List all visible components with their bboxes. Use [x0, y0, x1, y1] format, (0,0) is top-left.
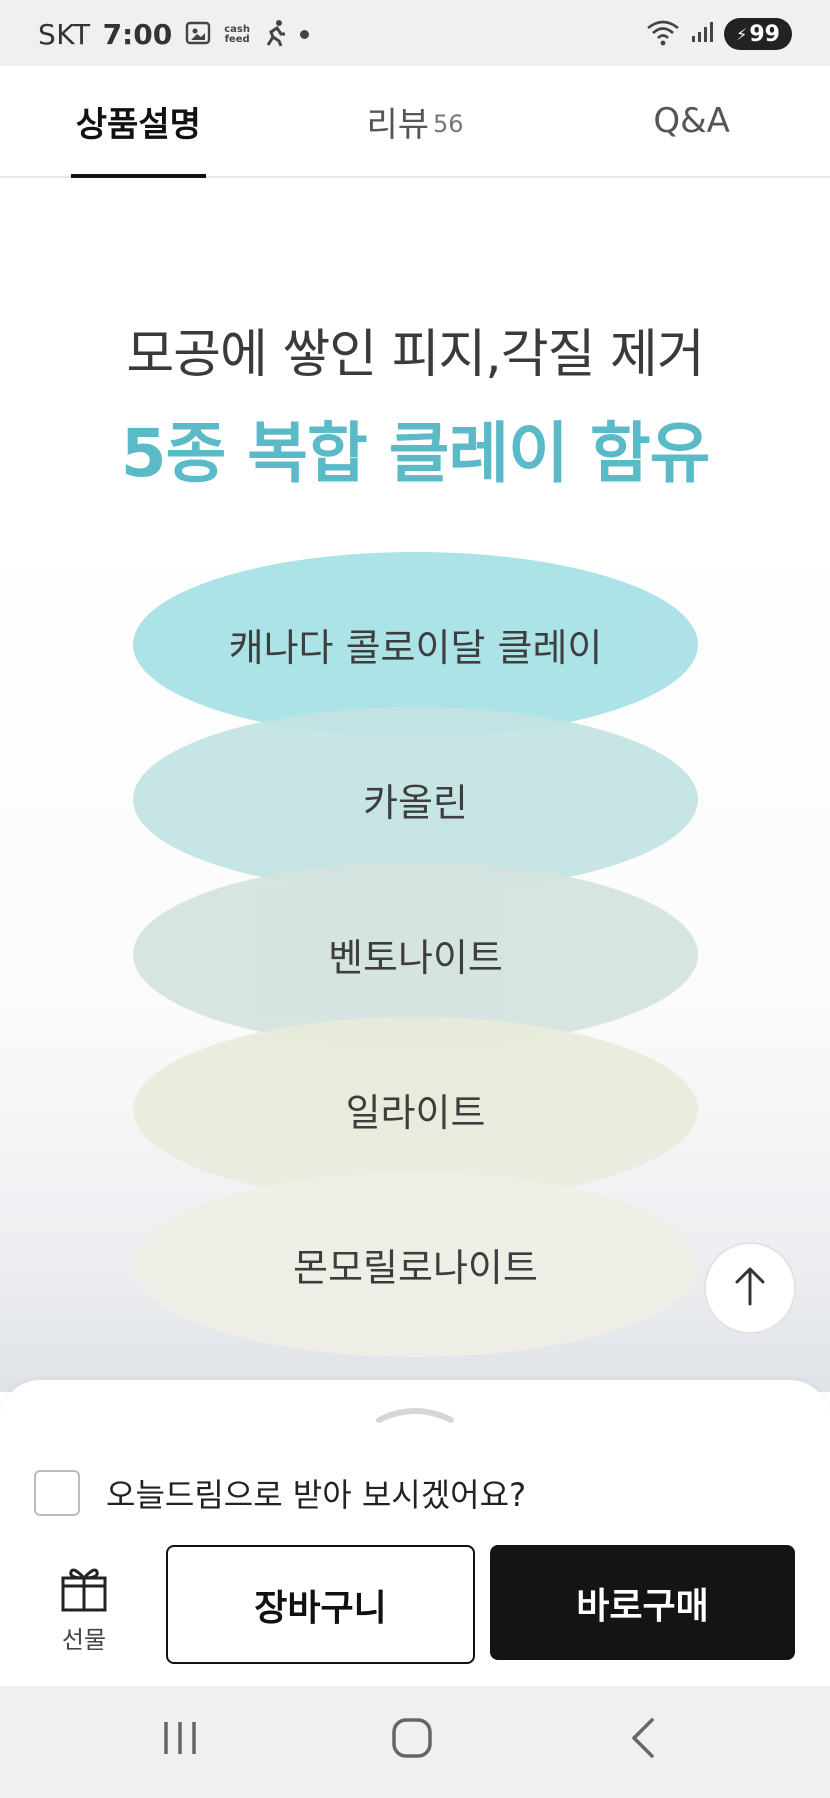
gift-button[interactable]: 선물 — [56, 1564, 112, 1655]
cash-feed-icon: cash feed — [224, 24, 250, 45]
gift-label: 선물 — [61, 1626, 107, 1654]
cash-feed-line2: feed — [224, 33, 250, 45]
wifi-icon — [646, 18, 680, 50]
status-bar: SKT 7:00 cash feed ⚡ 99 — [0, 0, 830, 66]
home-icon[interactable] — [390, 1716, 434, 1764]
clay-label: 벤토나이트 — [328, 936, 503, 980]
chevron-up-icon[interactable] — [375, 1400, 455, 1428]
tab-reviews[interactable]: 리뷰 56 — [277, 66, 554, 176]
today-delivery-label: 오늘드림으로 받아 보시겠어요? — [106, 1476, 527, 1514]
review-count: 56 — [433, 110, 464, 138]
tab-reviews-label: 리뷰 — [366, 104, 430, 145]
arrow-up-icon — [733, 1266, 767, 1310]
purchase-sheet: 오늘드림으로 받아 보시겠어요? 선물 장바구니 바로구매 — [0, 1380, 830, 1686]
signal-icon — [690, 20, 714, 48]
battery-indicator: ⚡ 99 — [724, 18, 792, 50]
system-nav-bar — [0, 1686, 830, 1798]
tab-description-label: 상품설명 — [75, 104, 201, 145]
notification-dot-icon — [299, 30, 309, 39]
tab-qna[interactable]: Q&A — [553, 66, 830, 176]
add-to-cart-button[interactable]: 장바구니 — [166, 1545, 475, 1664]
charging-icon: ⚡ — [736, 24, 748, 44]
battery-level: 99 — [749, 21, 780, 47]
status-time: 7:00 — [102, 18, 173, 51]
hero-subheadline: 5종 복합 클레이 함유 — [120, 415, 711, 492]
clay-ingredients: 캐나다 콜로이달 클레이 카올린 벤토나이트 일라이트 몬모릴로나이트 — [0, 522, 830, 1392]
tab-description[interactable]: 상품설명 — [0, 66, 277, 178]
today-delivery-option[interactable]: 오늘드림으로 받아 보시겠어요? — [34, 1470, 526, 1516]
back-icon[interactable] — [628, 1716, 658, 1764]
recent-apps-icon[interactable] — [160, 1716, 200, 1764]
clay-layer: 몬모릴로나이트 — [133, 1172, 698, 1357]
runner-icon — [262, 19, 288, 51]
buy-now-button[interactable]: 바로구매 — [490, 1545, 795, 1660]
clay-label: 몬모릴로나이트 — [293, 1246, 538, 1290]
clay-label: 일라이트 — [345, 1091, 486, 1135]
tab-qna-label: Q&A — [653, 101, 730, 141]
today-delivery-checkbox[interactable] — [34, 1470, 80, 1516]
carrier-label: SKT — [38, 18, 91, 51]
clay-label: 캐나다 콜로이달 클레이 — [228, 626, 603, 670]
scroll-top-button[interactable] — [704, 1242, 796, 1334]
hero-headline: 모공에 쌓인 피지,각질 제거 — [126, 325, 704, 385]
gift-box-icon — [59, 1568, 109, 1618]
screenshot-icon — [184, 20, 212, 50]
product-tabs: 상품설명 리뷰 56 Q&A — [0, 66, 830, 178]
clay-label: 카올린 — [363, 781, 468, 825]
